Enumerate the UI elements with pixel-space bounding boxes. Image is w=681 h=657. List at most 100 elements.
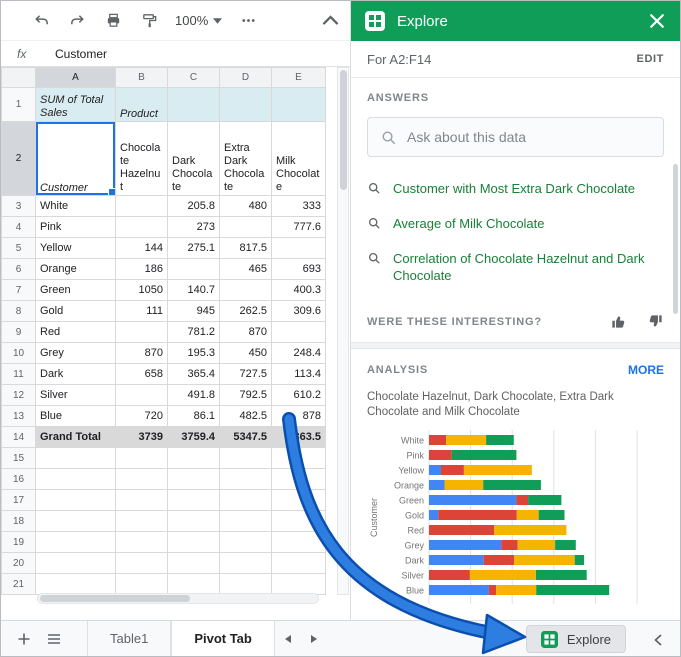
empty-cell[interactable] [271,489,326,511]
empty-cell[interactable] [271,552,326,574]
edit-range-button[interactable]: EDIT [637,53,664,65]
cell-customer-pink[interactable]: Pink [35,216,116,238]
suggestion-item[interactable]: Customer with Most Extra Dark Chocolate [367,171,664,206]
empty-cell[interactable] [219,489,272,511]
sheet-tab-pivot[interactable]: Pivot Tab [171,621,275,656]
cell-value[interactable]: 273 [167,216,220,238]
formula-input[interactable]: Customer [55,47,107,61]
row-header-4[interactable]: 4 [1,216,36,238]
cell-e1[interactable] [271,87,326,122]
empty-cell[interactable] [115,489,168,511]
cell-value[interactable]: 309.6 [271,300,326,322]
empty-cell[interactable] [35,468,116,490]
more-link[interactable]: MORE [628,363,664,377]
cell-value[interactable]: 870 [219,321,272,343]
empty-cell[interactable] [271,573,326,595]
row-header-1[interactable]: 1 [1,87,36,122]
cell-value[interactable]: 781.2 [167,321,220,343]
horizontal-scrollbar[interactable] [37,593,319,604]
row-header-6[interactable]: 6 [1,258,36,280]
vertical-scrollbar[interactable] [337,67,349,595]
select-all-corner[interactable] [1,67,36,88]
empty-cell[interactable] [167,489,220,511]
row-header-12[interactable]: 12 [1,384,36,406]
cell-value[interactable]: 945 [167,300,220,322]
cell-value[interactable]: 727.5 [219,363,272,385]
row-header-8[interactable]: 8 [1,300,36,322]
cell-b1[interactable]: Product [115,87,168,122]
empty-cell[interactable] [271,531,326,553]
empty-cell[interactable] [115,468,168,490]
ask-data-input[interactable] [407,129,651,145]
cell-value[interactable]: 111 [115,300,168,322]
cell-value[interactable] [219,216,272,238]
cell-e2[interactable]: Milk Chocolate [271,121,326,196]
cell-customer-gold[interactable]: Gold [35,300,116,322]
row-header-9[interactable]: 9 [1,321,36,343]
thumbs-down-icon[interactable] [647,313,664,330]
cell-customer-dark[interactable]: Dark [35,363,116,385]
cell-value[interactable]: 878 [271,405,326,427]
empty-cell[interactable] [271,468,326,490]
vertical-scrollbar-thumb[interactable] [340,70,347,190]
cell-value[interactable]: 610.2 [271,384,326,406]
cell-value[interactable]: 275.1 [167,237,220,259]
row-header-5[interactable]: 5 [1,237,36,259]
empty-cell[interactable] [271,510,326,532]
cell-value[interactable]: 186 [115,258,168,280]
cell-customer-white[interactable]: White [35,195,116,217]
undo-icon[interactable] [31,11,51,31]
row-header-18[interactable]: 18 [1,510,36,532]
cell-value[interactable]: 480 [219,195,272,217]
empty-cell[interactable] [35,573,116,595]
row-header-13[interactable]: 13 [1,405,36,427]
cell-value[interactable] [219,279,272,301]
collapse-panel-icon[interactable] [648,630,668,650]
row-header-17[interactable]: 17 [1,489,36,511]
empty-cell[interactable] [167,447,220,469]
empty-cell[interactable] [35,489,116,511]
empty-cell[interactable] [35,447,116,469]
cell-value[interactable]: 870 [115,342,168,364]
cell-value[interactable]: 113.4 [271,363,326,385]
row-header-7[interactable]: 7 [1,279,36,301]
cell-value[interactable]: 365.4 [167,363,220,385]
cell-customer-green[interactable]: Green [35,279,116,301]
cell-d1[interactable] [219,87,272,122]
row-header-20[interactable]: 20 [1,552,36,574]
cell-value[interactable]: 482.5 [219,405,272,427]
cell-value[interactable]: 792.5 [219,384,272,406]
cell-value[interactable]: 1050 [115,279,168,301]
column-header-c[interactable]: C [167,67,220,88]
row-header-11[interactable]: 11 [1,363,36,385]
cell-value[interactable] [115,384,168,406]
cell-value[interactable]: 144 [115,237,168,259]
cell-value[interactable] [167,258,220,280]
empty-cell[interactable] [219,510,272,532]
chart-container[interactable]: White Pink Yellow Orange Green Gold Red Grey Dar… [367,430,664,620]
empty-cell[interactable] [167,552,220,574]
cell-value[interactable]: 248.4 [271,342,326,364]
cell-value[interactable]: 205.8 [167,195,220,217]
cell-value[interactable]: 86.1 [167,405,220,427]
empty-cell[interactable] [219,573,272,595]
cell-value[interactable]: 140.7 [167,279,220,301]
cell-value[interactable] [115,195,168,217]
print-icon[interactable] [103,11,123,31]
explore-button[interactable]: Explore [525,625,626,653]
empty-cell[interactable] [115,531,168,553]
empty-cell[interactable] [271,447,326,469]
cell-customer-blue[interactable]: Blue [35,405,116,427]
add-sheet-icon[interactable] [9,621,39,657]
row-header-21[interactable]: 21 [1,573,36,595]
column-header-e[interactable]: E [271,67,326,88]
cell-customer-silver[interactable]: Silver [35,384,116,406]
cell-customer-orange[interactable]: Orange [35,258,116,280]
column-header-b[interactable]: B [115,67,168,88]
empty-cell[interactable] [115,573,168,595]
empty-cell[interactable] [115,447,168,469]
empty-cell[interactable] [219,531,272,553]
paint-format-icon[interactable] [139,11,159,31]
cell-value[interactable] [115,321,168,343]
close-icon[interactable] [648,12,666,30]
